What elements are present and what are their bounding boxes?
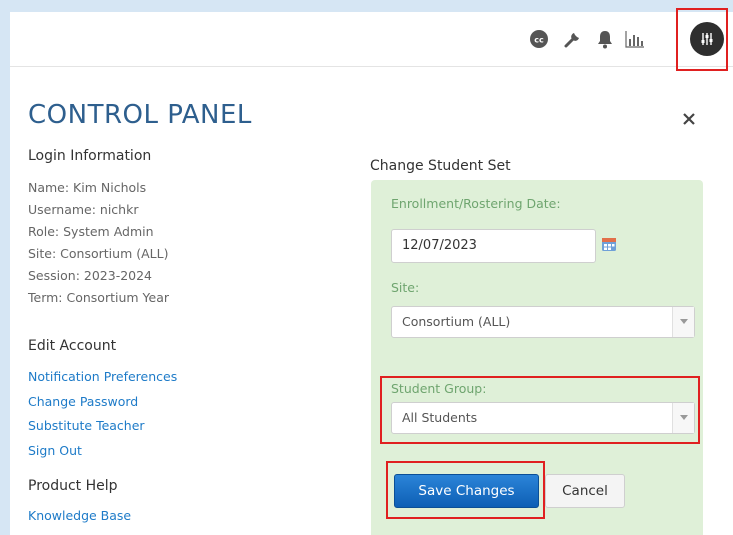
change-student-set-heading: Change Student Set [370, 158, 511, 174]
page-title: CONTROL PANEL [28, 100, 252, 130]
login-username: Username: nichkr [28, 202, 139, 217]
login-site: Site: Consortium (ALL) [28, 246, 169, 261]
product-help-heading: Product Help [28, 478, 118, 494]
enrollment-date-label: Enrollment/Rostering Date: [391, 196, 561, 211]
login-role: Role: System Admin [28, 224, 154, 239]
product-help-links: Knowledge Base [28, 504, 131, 529]
site-select[interactable]: Consortium (ALL) [391, 306, 695, 338]
login-info-list: Name: Kim Nichols Username: nichkr Role:… [28, 177, 169, 309]
cc-icon[interactable]: cc [528, 28, 550, 50]
site-select-value: Consortium (ALL) [402, 314, 511, 329]
login-term: Term: Consortium Year [28, 290, 169, 305]
highlight-settings [676, 8, 728, 71]
chevron-down-icon [672, 307, 694, 337]
bell-icon[interactable] [594, 28, 616, 50]
enrollment-date-input[interactable]: 12/07/2023 [391, 229, 596, 263]
top-toolbar: cc [10, 12, 733, 67]
edit-account-heading: Edit Account [28, 338, 117, 354]
link-knowledge-base[interactable]: Knowledge Base [28, 504, 131, 529]
login-name: Name: Kim Nichols [28, 180, 147, 195]
wrench-icon[interactable] [562, 28, 584, 50]
login-info-heading: Login Information [28, 148, 152, 164]
link-notification-preferences[interactable]: Notification Preferences [28, 365, 177, 390]
svg-text:cc: cc [534, 36, 544, 45]
chart-icon[interactable] [624, 28, 646, 50]
highlight-save-changes [386, 461, 545, 519]
close-icon [683, 113, 695, 125]
link-sign-out[interactable]: Sign Out [28, 439, 177, 464]
highlight-student-group [380, 376, 700, 444]
page: cc CONTROL PANEL Login Information Name:… [10, 8, 733, 535]
link-change-password[interactable]: Change Password [28, 390, 177, 415]
close-button[interactable] [678, 108, 700, 130]
site-label: Site: [391, 280, 420, 295]
edit-account-links: Notification Preferences Change Password… [28, 365, 177, 463]
link-substitute-teacher[interactable]: Substitute Teacher [28, 414, 177, 439]
login-session: Session: 2023-2024 [28, 268, 153, 283]
calendar-icon[interactable] [601, 236, 617, 252]
cancel-button[interactable]: Cancel [545, 474, 625, 508]
